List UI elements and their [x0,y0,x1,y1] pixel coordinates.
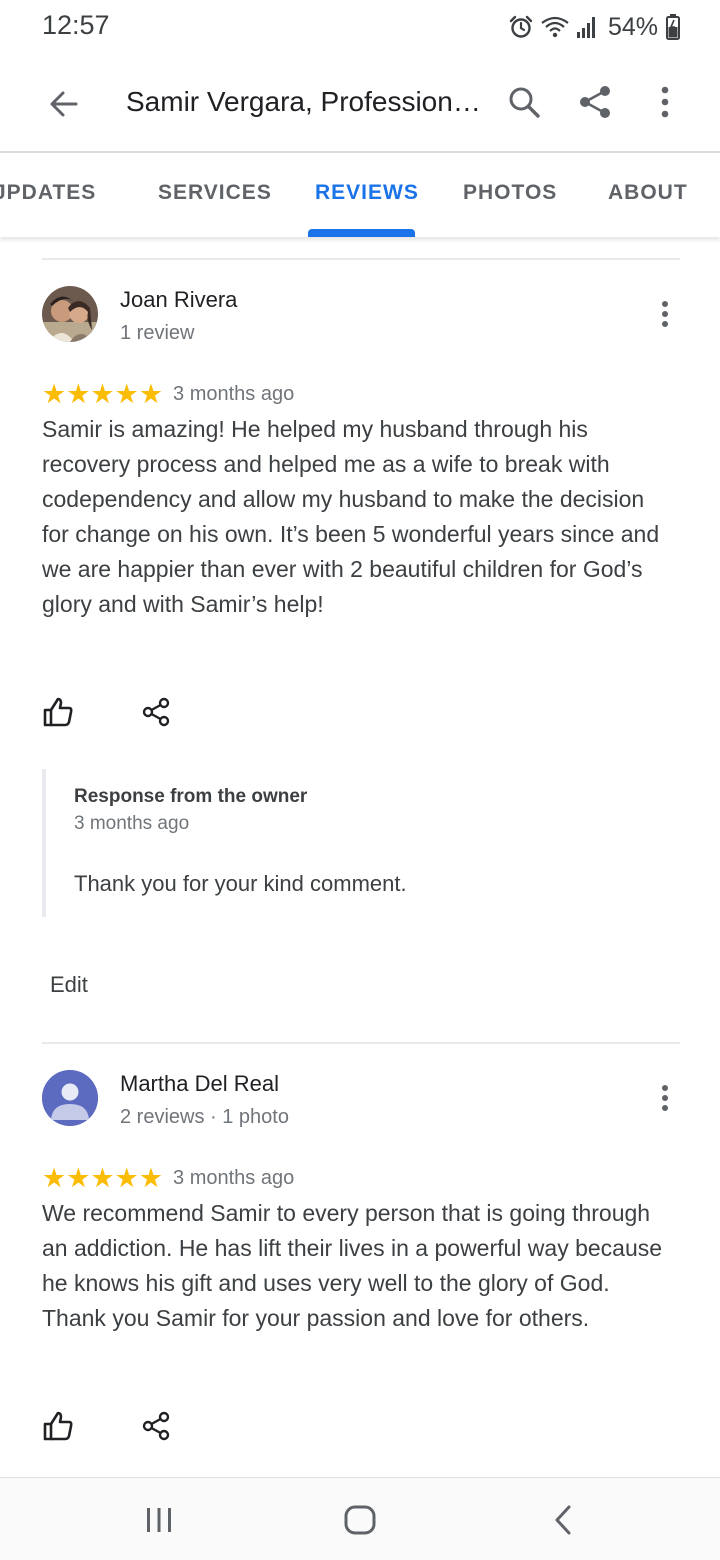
rating-row: ★★★★★ 3 months ago [42,1165,294,1192]
review-more-icon[interactable] [650,296,680,332]
tab-services[interactable]: SERVICES [158,181,272,205]
active-tab-indicator [308,229,415,237]
home-icon[interactable] [335,1498,385,1542]
tab-photos[interactable]: PHOTOS [463,181,557,205]
avatar[interactable] [42,1070,98,1126]
review-text: Samir is amazing! He helped my husband t… [42,416,660,617]
page-title: Samir Vergara, Professional... [126,86,496,117]
reviewer-meta: 1 review [120,322,195,344]
avatar[interactable] [42,286,98,342]
review-date: 3 months ago [173,383,295,405]
review-divider [42,258,680,260]
wifi-icon [540,14,570,40]
share-icon[interactable] [567,74,623,130]
tab-bar: JPDATES SERVICES REVIEWS PHOTOS ABOUT [0,153,720,237]
status-icons: 54% [508,12,680,42]
recent-apps-icon[interactable] [134,1498,184,1542]
owner-response: Response from the owner 3 months ago Tha… [42,769,642,917]
tab-about[interactable]: ABOUT [608,181,688,205]
owner-response-title: Response from the owner [74,786,308,807]
app-bar: Samir Vergara, Professional... [0,56,720,152]
battery-percent: 54% [607,12,658,41]
thumbs-up-icon[interactable] [38,692,78,732]
more-vert-icon[interactable] [637,74,693,130]
back-icon[interactable] [538,1498,588,1542]
tab-updates[interactable]: JPDATES [0,181,96,205]
signal-icon [576,15,598,39]
system-nav-bar [0,1477,720,1560]
reviewer-name[interactable]: Martha Del Real [120,1071,279,1097]
edit-button[interactable]: Edit [50,972,88,998]
share-icon[interactable] [136,692,176,732]
share-icon[interactable] [136,1406,176,1446]
review-date: 3 months ago [173,1167,295,1189]
review-divider [42,1042,680,1044]
reviewer-name[interactable]: Joan Rivera [120,287,237,313]
owner-response-date: 3 months ago [74,813,190,834]
review-text: We recommend Samir to every person that … [42,1200,663,1331]
star-rating: ★★★★★ [42,1163,164,1194]
search-icon[interactable] [496,74,552,130]
rating-row: ★★★★★ 3 months ago [42,381,294,408]
owner-response-text: Thank you for your kind comment. [74,871,407,896]
status-time: 12:57 [42,10,110,40]
reviewer-meta: 2 reviews · 1 photo [120,1106,289,1128]
status-bar: 12:57 54% [0,0,720,56]
review-more-icon[interactable] [650,1080,680,1116]
back-arrow-icon[interactable] [36,76,92,132]
star-rating: ★★★★★ [42,379,164,410]
tab-reviews[interactable]: REVIEWS [315,181,419,205]
battery-icon [666,14,680,40]
alarm-icon [508,14,534,40]
thumbs-up-icon[interactable] [38,1406,78,1446]
